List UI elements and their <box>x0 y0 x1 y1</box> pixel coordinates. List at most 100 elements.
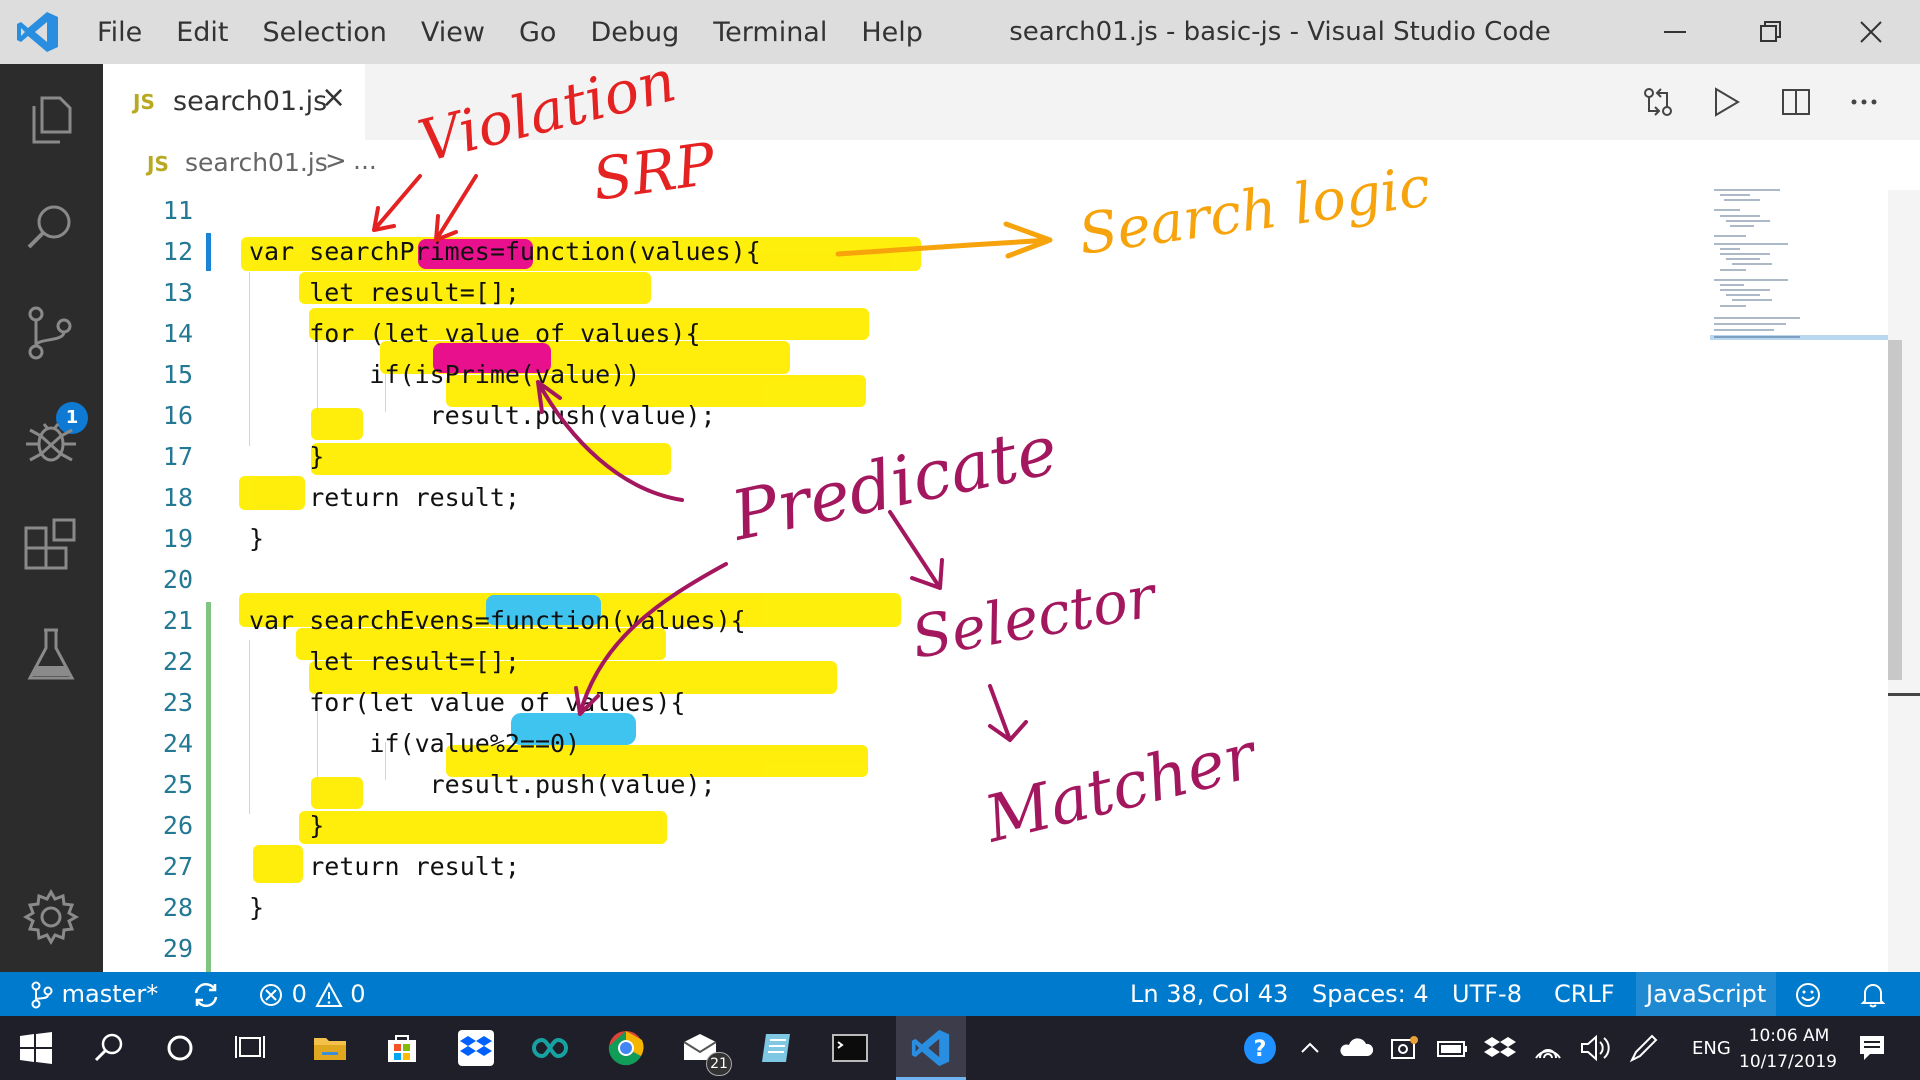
wifi-icon[interactable] <box>1528 1028 1568 1068</box>
close-icon <box>1860 21 1882 43</box>
minimap[interactable] <box>1710 186 1890 346</box>
menu-edit[interactable]: Edit <box>176 17 228 48</box>
dropbox-tray-icon[interactable] <box>1480 1028 1520 1068</box>
code-line[interactable]: 26 } <box>103 805 1703 846</box>
code-line[interactable]: 18 return result; <box>103 477 1703 518</box>
window-title: search01.js - basic-js - Visual Studio C… <box>1009 17 1551 47</box>
menu-help[interactable]: Help <box>861 17 923 48</box>
run-button[interactable] <box>1704 64 1748 140</box>
code-line[interactable]: 22 let result=[]; <box>103 641 1703 682</box>
code-line[interactable]: 20 <box>103 559 1703 600</box>
title-bar: File Edit Selection View Go Debug Termin… <box>0 0 1920 64</box>
line-ending[interactable]: CRLF <box>1554 972 1615 1016</box>
terminal-icon[interactable] <box>830 1028 870 1068</box>
restore-button[interactable] <box>1736 0 1806 64</box>
gear-icon[interactable] <box>22 888 80 946</box>
open-changes-button[interactable] <box>1636 64 1680 140</box>
arduino-icon[interactable] <box>530 1028 570 1068</box>
split-editor-button[interactable] <box>1774 64 1818 140</box>
branch-indicator[interactable]: master* <box>30 972 158 1016</box>
close-window-button[interactable] <box>1836 0 1906 64</box>
store-icon[interactable] <box>382 1028 422 1068</box>
menu-debug[interactable]: Debug <box>590 17 679 48</box>
code-line[interactable]: 13 let result=[]; <box>103 272 1703 313</box>
action-center-icon[interactable] <box>1852 1028 1892 1068</box>
branch-name: master* <box>61 980 159 1008</box>
code-line[interactable]: 25 result.push(value); <box>103 764 1703 805</box>
menu-selection[interactable]: Selection <box>262 17 386 48</box>
menu-bar: File Edit Selection View Go Debug Termin… <box>80 0 940 64</box>
bell-icon <box>1860 984 1886 1008</box>
code-line[interactable]: 23 for(let value of values){ <box>103 682 1703 723</box>
windows-start-icon[interactable] <box>16 1028 56 1068</box>
scrollbar-thumb[interactable] <box>1888 340 1902 680</box>
svg-text:?: ? <box>1254 1037 1267 1062</box>
status-bar: master* 0 0 Ln 38, Col 43 Spaces: 4 UTF-… <box>0 972 1920 1016</box>
test-flask-icon[interactable] <box>22 626 80 684</box>
code-line[interactable]: 11 <box>103 190 1703 231</box>
code-line[interactable]: 28} <box>103 887 1703 928</box>
volume-icon[interactable] <box>1576 1028 1616 1068</box>
menu-go[interactable]: Go <box>519 17 556 48</box>
tab-label: search01.js <box>173 86 328 117</box>
source-control-icon[interactable] <box>22 304 80 362</box>
code-line[interactable]: 21 var searchEvens=function(values){ <box>103 600 1703 641</box>
sync-button[interactable] <box>192 972 220 1016</box>
error-count: 0 <box>291 980 307 1008</box>
help-icon[interactable]: ? <box>1240 1028 1280 1068</box>
vscode-taskbar-button[interactable] <box>896 1016 966 1080</box>
breadcrumb-symbols[interactable]: ... <box>353 146 377 175</box>
search-icon[interactable] <box>22 198 80 256</box>
pen-icon[interactable] <box>1624 1028 1664 1068</box>
warning-count: 0 <box>350 980 366 1008</box>
debug-icon[interactable] <box>22 412 80 470</box>
chevron-up-icon[interactable] <box>1290 1028 1330 1068</box>
device-icon[interactable] <box>1384 1028 1424 1068</box>
compare-changes-icon <box>1644 88 1672 116</box>
dropbox-icon[interactable] <box>456 1028 496 1068</box>
editor[interactable]: 11 12 var searchPrimes=function(values){ … <box>103 190 1920 972</box>
notifications-button[interactable] <box>1860 972 1886 1016</box>
breadcrumb-file[interactable]: search01.js <box>185 148 328 177</box>
explorer-icon[interactable] <box>22 90 80 148</box>
code-line[interactable]: 15 if(isPrime(value)) <box>103 354 1703 395</box>
problems-indicator[interactable]: 0 0 <box>258 972 365 1016</box>
vertical-scrollbar[interactable] <box>1888 190 1920 972</box>
menu-terminal[interactable]: Terminal <box>713 17 827 48</box>
notepad-icon[interactable] <box>756 1028 796 1068</box>
file-explorer-icon[interactable] <box>310 1028 350 1068</box>
feedback-button[interactable] <box>1794 972 1822 1016</box>
more-actions-button[interactable] <box>1842 64 1886 140</box>
battery-icon[interactable] <box>1432 1028 1472 1068</box>
code-line[interactable]: 17 } <box>103 436 1703 477</box>
code-line[interactable]: 24 if(value%2==0) <box>103 723 1703 764</box>
search-icon[interactable] <box>90 1028 130 1068</box>
code-line[interactable]: 19} <box>103 518 1703 559</box>
ellipsis-icon <box>1851 99 1877 105</box>
minimize-button[interactable] <box>1640 0 1710 64</box>
code-line[interactable]: 14 for (let value of values){ <box>103 313 1703 354</box>
task-view-icon[interactable] <box>230 1028 270 1068</box>
tab-close-icon[interactable]: × <box>321 80 346 115</box>
encoding[interactable]: UTF-8 <box>1452 972 1522 1016</box>
clock-date[interactable]: 10/17/2019 <box>1738 1052 1838 1072</box>
split-editor-icon <box>1782 89 1810 115</box>
code-line[interactable]: 16 result.push(value); <box>103 395 1703 436</box>
cortana-icon[interactable] <box>160 1028 200 1068</box>
onedrive-icon[interactable] <box>1336 1028 1376 1068</box>
chrome-icon[interactable] <box>606 1028 646 1068</box>
indentation[interactable]: Spaces: 4 <box>1312 972 1429 1016</box>
input-language[interactable]: ENG <box>1692 1038 1731 1059</box>
code-line[interactable]: 12 var searchPrimes=function(values){ <box>103 231 1703 272</box>
language-mode[interactable]: JavaScript <box>1636 972 1777 1016</box>
cursor-position[interactable]: Ln 38, Col 43 <box>1130 972 1288 1016</box>
play-icon <box>1715 87 1740 117</box>
clock-time[interactable]: 10:06 AM <box>1744 1026 1834 1046</box>
menu-file[interactable]: File <box>97 17 142 48</box>
menu-view[interactable]: View <box>421 17 485 48</box>
extensions-icon[interactable] <box>22 518 80 576</box>
code-line[interactable]: 27 return result; <box>103 846 1703 887</box>
mail-badge: 21 <box>706 1052 732 1076</box>
code-line[interactable]: 29 <box>103 928 1703 969</box>
tab-search01-js[interactable]: JS search01.js × <box>103 64 365 140</box>
